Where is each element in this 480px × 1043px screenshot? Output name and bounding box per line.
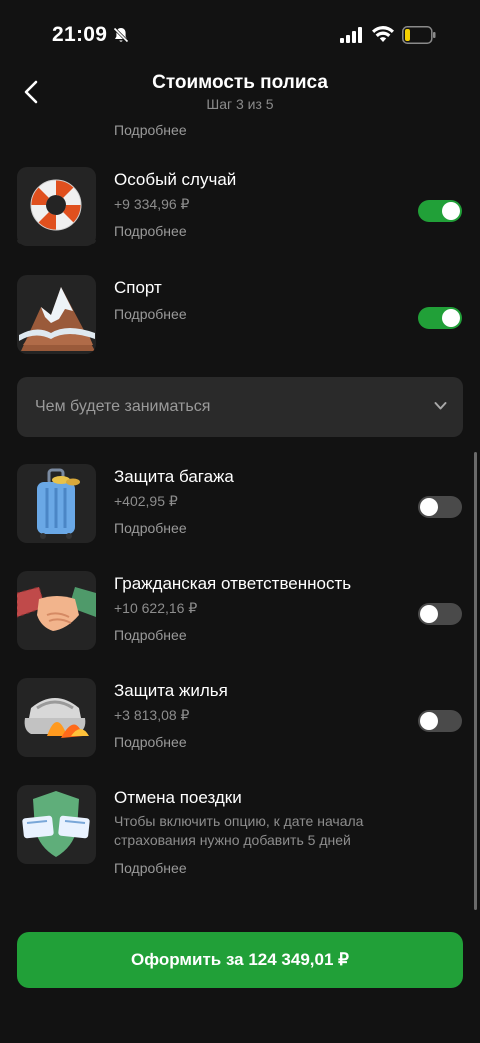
partial-option-item: Подробнее bbox=[17, 120, 467, 144]
toggle-knob bbox=[442, 309, 460, 327]
status-time: 21:09 bbox=[52, 23, 108, 46]
option-thumbnail bbox=[17, 678, 96, 757]
option-trip-cancellation: Отмена поездки Чтобы включить опцию, к д… bbox=[17, 785, 467, 885]
step-indicator: Шаг 3 из 5 bbox=[206, 96, 274, 112]
option-thumbnail bbox=[17, 571, 96, 650]
activity-select[interactable]: Чем будете заниматься bbox=[17, 377, 463, 437]
option-toggle[interactable] bbox=[418, 307, 462, 329]
cellular-signal-icon bbox=[340, 27, 362, 43]
more-link[interactable]: Подробнее bbox=[114, 860, 187, 876]
option-thumbnail bbox=[17, 275, 96, 354]
option-thumbnail bbox=[17, 785, 96, 864]
scrollbar[interactable] bbox=[474, 452, 477, 910]
battery-icon bbox=[402, 26, 436, 44]
status-bar: 21:09 bbox=[0, 0, 480, 70]
lifebuoy-icon bbox=[30, 179, 82, 231]
option-special-case: Особый случай +9 334,96 ₽ Подробнее bbox=[17, 167, 467, 247]
option-luggage: Защита багажа +402,95 ₽ Подробнее bbox=[17, 464, 467, 544]
more-link[interactable]: Подробнее bbox=[114, 122, 187, 138]
bell-muted-icon bbox=[113, 27, 129, 43]
option-price: +402,95 ₽ bbox=[114, 493, 178, 509]
option-toggle[interactable] bbox=[418, 200, 462, 222]
option-title: Гражданская ответственность bbox=[114, 574, 352, 593]
chevron-down-icon bbox=[434, 402, 447, 410]
option-toggle[interactable] bbox=[418, 603, 462, 625]
option-title: Отмена поездки bbox=[114, 788, 242, 807]
toggle-knob bbox=[420, 605, 438, 623]
more-link[interactable]: Подробнее bbox=[114, 734, 187, 750]
option-thumbnail bbox=[17, 464, 96, 543]
option-title: Защита багажа bbox=[114, 467, 234, 486]
option-price: +9 334,96 ₽ bbox=[114, 196, 190, 212]
more-link[interactable]: Подробнее bbox=[114, 306, 187, 322]
option-title: Защита жилья bbox=[114, 681, 228, 700]
header: Стоимость полиса Шаг 3 из 5 bbox=[0, 70, 480, 120]
option-toggle[interactable] bbox=[418, 710, 462, 732]
activity-select-placeholder: Чем будете заниматься bbox=[35, 398, 211, 415]
handshake-icon bbox=[17, 586, 96, 631]
toggle-knob bbox=[442, 202, 460, 220]
toggle-knob bbox=[420, 498, 438, 516]
option-price: +3 813,08 ₽ bbox=[114, 707, 190, 723]
option-toggle[interactable] bbox=[418, 496, 462, 518]
option-title: Особый случай bbox=[114, 170, 237, 189]
page-title: Стоимость полиса bbox=[152, 72, 328, 93]
option-title: Спорт bbox=[114, 278, 162, 297]
option-thumbnail bbox=[17, 167, 96, 246]
option-sport: Спорт Подробнее bbox=[17, 275, 467, 355]
option-price: +10 622,16 ₽ bbox=[114, 600, 198, 616]
option-home-protection: Защита жилья +3 813,08 ₽ Подробнее bbox=[17, 678, 467, 758]
toggle-knob bbox=[420, 712, 438, 730]
mountain-icon bbox=[19, 287, 95, 351]
checkout-button[interactable]: Оформить за 124 349,01 ₽ bbox=[17, 932, 463, 988]
suitcase-icon bbox=[37, 468, 80, 539]
more-link[interactable]: Подробнее bbox=[114, 520, 187, 536]
more-link[interactable]: Подробнее bbox=[114, 223, 187, 239]
options-list[interactable]: Подробнее Особый случай +9 334,96 ₽ Подр… bbox=[0, 120, 480, 920]
option-civil-liability: Гражданская ответственность +10 622,16 ₽… bbox=[17, 571, 467, 651]
tickets-shield-icon bbox=[22, 791, 90, 857]
option-note: Чтобы включить опцию, к дате начала стра… bbox=[114, 813, 364, 848]
more-link[interactable]: Подробнее bbox=[114, 627, 187, 643]
wifi-icon bbox=[372, 26, 394, 42]
fire-iron-icon bbox=[24, 698, 89, 738]
